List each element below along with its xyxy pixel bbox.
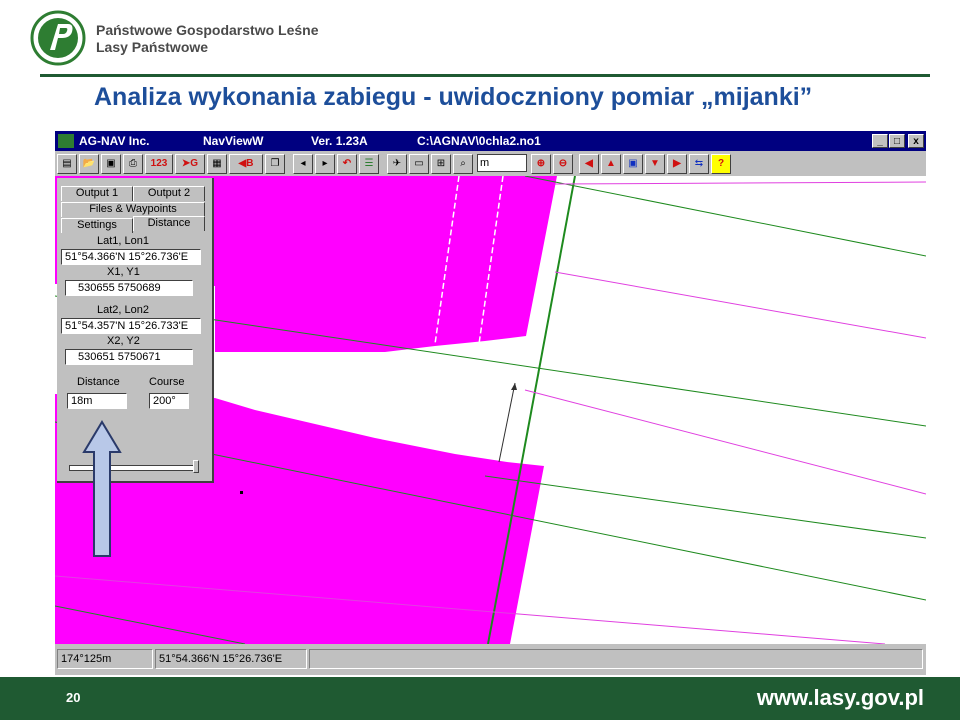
maximize-button[interactable]: □ <box>889 134 905 148</box>
gps-button[interactable]: 123 <box>145 154 173 174</box>
header-rule <box>40 74 930 77</box>
grid-icon[interactable]: ▦ <box>207 154 227 174</box>
course-label: Course <box>149 376 185 388</box>
spray-line <box>524 389 926 495</box>
waypoint-marker <box>240 491 243 494</box>
tab-settings[interactable]: Settings <box>61 218 133 233</box>
lat2-label: Lat2, Lon2 <box>97 304 149 316</box>
go-button[interactable]: ➤G <box>175 154 205 174</box>
guide-line <box>524 176 926 257</box>
org-line-2: Lasy Państwowe <box>96 39 209 55</box>
save-icon[interactable]: ▣ <box>101 154 121 174</box>
status-coordinates: 51°54.366'N 15°26.736'E <box>155 649 307 669</box>
lat1-lon1-field[interactable]: 51°54.366'N 15°26.736'E <box>61 249 201 265</box>
lasy-panstwowe-logo <box>30 10 86 66</box>
tab-distance[interactable]: Distance <box>133 216 205 231</box>
website-url: www.lasy.gov.pl <box>756 685 924 710</box>
undo-icon[interactable]: ↶ <box>337 154 357 174</box>
title-file-path: C:\AGNAV\0chla2.no1 <box>417 134 541 148</box>
arrow-left-icon[interactable]: ◀ <box>579 154 599 174</box>
units-input[interactable]: m <box>477 154 527 172</box>
footer-bar: 20 www.lasy.gov.pl <box>0 677 960 720</box>
annotation-arrow <box>82 420 122 557</box>
distance-measure-line <box>498 382 516 463</box>
toolbar: ▤ 📂 ▣ ⎙ 123 ➤G ▦ ◀B ❐ ◂ ▸ ↶ ☰ ✈ ▭ ⊞ ⌕ m … <box>55 152 731 176</box>
slide-title: Analiza wykonania zabiegu - uwidoczniony… <box>94 83 813 111</box>
open-icon[interactable]: 📂 <box>79 154 99 174</box>
plane-icon[interactable]: ✈ <box>387 154 407 174</box>
navview-window: AG-NAV Inc. NavViewW Ver. 1.23A C:\AGNAV… <box>55 131 926 675</box>
title-vendor: AG-NAV Inc. <box>79 134 150 148</box>
xy2-label: X2, Y2 <box>107 335 140 347</box>
distance-field[interactable]: 18m <box>67 393 127 409</box>
guide-line <box>484 475 926 539</box>
tab-output-1[interactable]: Output 1 <box>61 186 133 201</box>
course-field[interactable]: 200° <box>149 393 189 409</box>
lat2-lon2-field[interactable]: 51°54.357'N 15°26.733'E <box>61 318 201 334</box>
page-number: 20 <box>66 690 81 705</box>
gps-label: 123 <box>150 158 168 169</box>
center-icon[interactable]: ▣ <box>623 154 643 174</box>
help-button[interactable]: ? <box>711 154 731 174</box>
map-icon[interactable]: ▭ <box>409 154 429 174</box>
back-button[interactable]: ◀B <box>229 154 263 174</box>
print-icon[interactable]: ▤ <box>57 154 77 174</box>
arrow-down-icon[interactable]: ▼ <box>645 154 665 174</box>
copy-icon[interactable]: ❐ <box>265 154 285 174</box>
tab-files-waypoints[interactable]: Files & Waypoints <box>61 202 205 217</box>
b-label: B <box>246 158 254 169</box>
measure-arrowhead <box>511 383 517 390</box>
title-app: NavViewW <box>203 134 264 148</box>
printer-icon[interactable]: ⎙ <box>123 154 143 174</box>
status-bearing: 174°125m <box>57 649 153 669</box>
next-icon[interactable]: ▸ <box>315 154 335 174</box>
zoom-icon[interactable]: ⌕ <box>453 154 473 174</box>
swap-icon[interactable]: ⇆ <box>689 154 709 174</box>
g-label: G <box>190 158 199 169</box>
x2-y2-field[interactable]: 530651 5750671 <box>65 349 193 365</box>
xy1-label: X1, Y1 <box>107 266 140 278</box>
zoom-out-icon[interactable]: ⊖ <box>553 154 573 174</box>
minimize-button[interactable]: _ <box>872 134 888 148</box>
zoom-box-icon[interactable]: ⊞ <box>431 154 451 174</box>
arrow-up-icon[interactable]: ▲ <box>601 154 621 174</box>
zoom-in-icon[interactable]: ⊕ <box>531 154 551 174</box>
app-icon <box>58 134 74 148</box>
title-version: Ver. 1.23A <box>311 134 368 148</box>
org-line-1: Państwowe Gospodarstwo Leśne <box>96 22 319 38</box>
tab-output-2[interactable]: Output 2 <box>133 186 205 201</box>
close-button[interactable]: x <box>908 134 924 148</box>
list-icon[interactable]: ☰ <box>359 154 379 174</box>
organization-name: Państwowe Gospodarstwo Leśne Lasy Państw… <box>96 22 319 56</box>
status-message <box>309 649 923 669</box>
zoom-slider-thumb[interactable] <box>193 460 199 473</box>
status-bar: 174°125m 51°54.366'N 15°26.736'E <box>55 645 926 673</box>
arrow-right-icon[interactable]: ▶ <box>667 154 687 174</box>
spray-line <box>554 271 926 339</box>
distance-label: Distance <box>77 376 120 388</box>
x1-y1-field[interactable]: 530655 5750689 <box>65 280 193 296</box>
spray-line <box>554 181 926 185</box>
lat1-label: Lat1, Lon1 <box>97 235 149 247</box>
window-title-bar[interactable]: AG-NAV Inc. NavViewW Ver. 1.23A C:\AGNAV… <box>55 131 926 151</box>
prev-icon[interactable]: ◂ <box>293 154 313 174</box>
